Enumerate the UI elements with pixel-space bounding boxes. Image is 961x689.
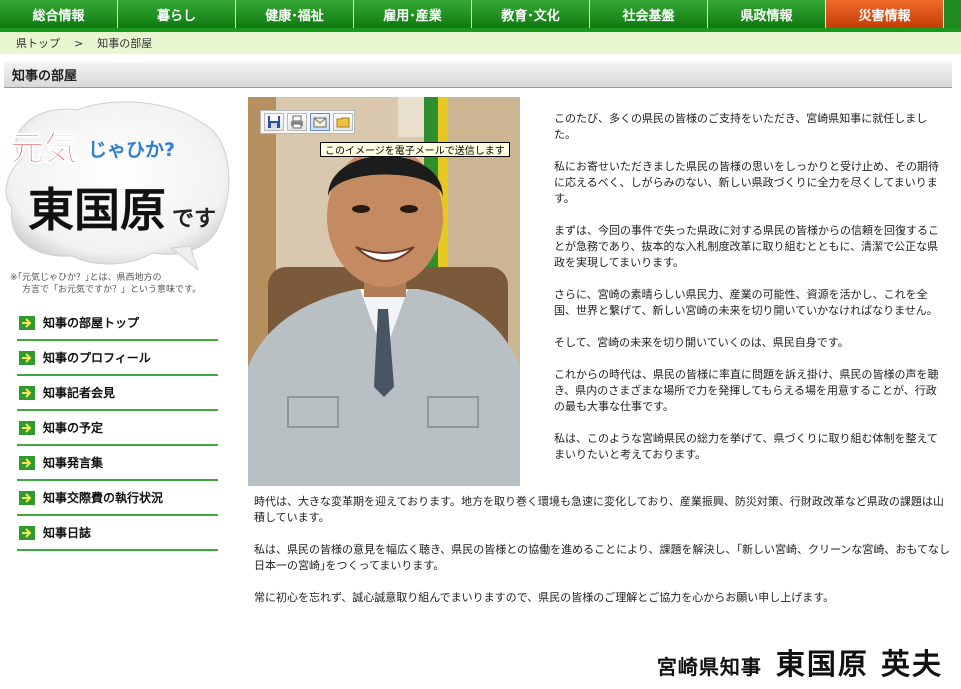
nav-item-health-welfare[interactable]: 健康･福祉 bbox=[236, 0, 354, 28]
side-menu-item-press-conference[interactable]: 知事記者会見 bbox=[17, 376, 218, 411]
side-menu-item-diary[interactable]: 知事日誌 bbox=[17, 516, 218, 551]
save-image-button[interactable] bbox=[264, 113, 284, 131]
message-paragraph: 私は、県民の皆様の意見を幅広く聴き、県民の皆様との協働を進めることにより、課題を… bbox=[254, 543, 950, 572]
message-body-right: このたび、多くの県民の皆様のご支持をいただき、宮崎県知事に就任しました。 私にお… bbox=[554, 111, 946, 479]
message-paragraph: まずは、今回の事件で失った県政に対する県民の皆様からの信頼を回復することが急務で… bbox=[554, 224, 939, 269]
side-menu-item-label: 知事のプロフィール bbox=[43, 351, 151, 365]
logo-note: ※｢元気じゃひか？｣とは、県西地方の 方言で「お元気ですか？」という意味です。 bbox=[10, 272, 230, 296]
side-menu-item-schedule[interactable]: 知事の予定 bbox=[17, 411, 218, 446]
folder-image-button[interactable] bbox=[333, 113, 353, 131]
breadcrumb: 県トップ > 知事の部屋 bbox=[0, 32, 961, 54]
breadcrumb-separator: > bbox=[74, 36, 84, 50]
message-paragraph: そして、宮崎の未来を切り開いていくのは、県民自身です。 bbox=[554, 336, 849, 349]
side-menu-item-label: 知事発言集 bbox=[43, 456, 104, 470]
print-icon bbox=[291, 115, 303, 129]
nav-item-living[interactable]: 暮らし bbox=[118, 0, 236, 28]
nav-item-disaster[interactable]: 災害情報 bbox=[826, 0, 944, 28]
breadcrumb-home-link[interactable]: 県トップ bbox=[16, 35, 60, 51]
side-menu-item-statements[interactable]: 知事発言集 bbox=[17, 446, 218, 481]
green-arrow-icon bbox=[19, 350, 35, 365]
page-title: 知事の部屋 bbox=[12, 69, 78, 84]
message-paragraph: 私にお寄せいただきました県民の皆様の思いをしっかりと受け止め、その期待に応えるべ… bbox=[554, 160, 939, 205]
side-menu-item-label: 知事記者会見 bbox=[43, 386, 116, 400]
green-arrow-icon bbox=[19, 420, 35, 435]
logo-note-line-1: ※｢元気じゃひか？｣とは、県西地方の bbox=[10, 273, 162, 283]
message-paragraph: 常に初心を忘れず、誠心誠意取り組んでまいりますので、県民の皆様のご理解とご協力を… bbox=[254, 591, 835, 604]
logo-text-jahika: じゃひか? bbox=[88, 139, 175, 161]
green-arrow-icon bbox=[19, 385, 35, 400]
genki-logo: 元気 じゃひか? 東国原 です bbox=[5, 101, 230, 270]
message-paragraph: このたび、多くの県民の皆様のご支持をいただき、宮崎県知事に就任しました。 bbox=[554, 112, 928, 141]
green-arrow-icon bbox=[19, 490, 35, 505]
page: 総合情報 暮らし 健康･福祉 雇用･産業 教育･文化 社会基盤 県政情報 災害情… bbox=[0, 0, 961, 689]
side-menu-item-label: 知事交際費の執行状況 bbox=[43, 491, 164, 505]
image-toolbar bbox=[260, 110, 355, 134]
side-menu-item-expenses[interactable]: 知事交際費の執行状況 bbox=[17, 481, 218, 516]
logo-note-line-2: 方言で「お元気ですか？」という意味です。 bbox=[22, 285, 202, 295]
breadcrumb-current: 知事の部屋 bbox=[97, 37, 153, 50]
side-menu-item-profile[interactable]: 知事のプロフィール bbox=[17, 341, 218, 376]
nav-item-prefectural-admin[interactable]: 県政情報 bbox=[708, 0, 826, 28]
email-icon bbox=[313, 117, 327, 128]
folder-icon bbox=[336, 117, 350, 128]
top-navigation: 総合情報 暮らし 健康･福祉 雇用･産業 教育･文化 社会基盤 県政情報 災害情… bbox=[0, 0, 961, 28]
page-title-bar: 知事の部屋 bbox=[4, 62, 952, 88]
nav-item-education-culture[interactable]: 教育･文化 bbox=[472, 0, 590, 28]
side-menu-item-label: 知事の予定 bbox=[43, 421, 104, 435]
green-arrow-icon bbox=[19, 455, 35, 470]
nav-item-employment-industry[interactable]: 雇用･産業 bbox=[354, 0, 472, 28]
nav-item-general[interactable]: 総合情報 bbox=[0, 0, 118, 28]
side-menu: 知事の部屋トップ 知事のプロフィール 知事記者会見 知事の予定 知事発言集 知事… bbox=[17, 306, 218, 551]
email-tooltip: このイメージを電子メールで送信します bbox=[320, 142, 510, 157]
side-menu-item-top[interactable]: 知事の部屋トップ bbox=[17, 306, 218, 341]
signature: 宮崎県知事 東国原 英夫 bbox=[657, 641, 943, 683]
message-paragraph: さらに、宮崎の素晴らしい県民力、産業の可能性、資源を活かし、これを全国、世界と繋… bbox=[554, 288, 938, 317]
logo-text-higashikokubaru: 東国原 bbox=[28, 183, 166, 237]
email-image-button[interactable] bbox=[310, 113, 330, 131]
message-paragraph: これからの時代は、県民の皆様に率直に問題を訴え掛け、県民の皆様の声を聴き、県内の… bbox=[554, 368, 939, 413]
save-icon bbox=[268, 116, 280, 128]
print-image-button[interactable] bbox=[287, 113, 307, 131]
side-menu-item-label: 知事日誌 bbox=[43, 526, 92, 540]
signature-title: 宮崎県知事 bbox=[656, 655, 762, 679]
green-arrow-icon bbox=[19, 315, 35, 330]
side-menu-item-label: 知事の部屋トップ bbox=[43, 316, 140, 330]
message-paragraph: 私は、このような宮崎県民の総力を挙げて、県づくりに取り組む体制を整えてまいりたい… bbox=[554, 432, 938, 461]
message-body-bottom: 時代は、大きな変革期を迎えております。地方を取り巻く環境も急速に変化しており、産… bbox=[254, 494, 950, 622]
nav-item-infrastructure[interactable]: 社会基盤 bbox=[590, 0, 708, 28]
signature-name: 東国原 英夫 bbox=[775, 647, 943, 681]
logo-text-genki: 元気 bbox=[10, 129, 78, 169]
logo-text-desu: です bbox=[172, 207, 216, 232]
message-paragraph: 時代は、大きな変革期を迎えております。地方を取り巻く環境も急速に変化しており、産… bbox=[254, 495, 944, 524]
green-arrow-icon bbox=[19, 525, 35, 540]
